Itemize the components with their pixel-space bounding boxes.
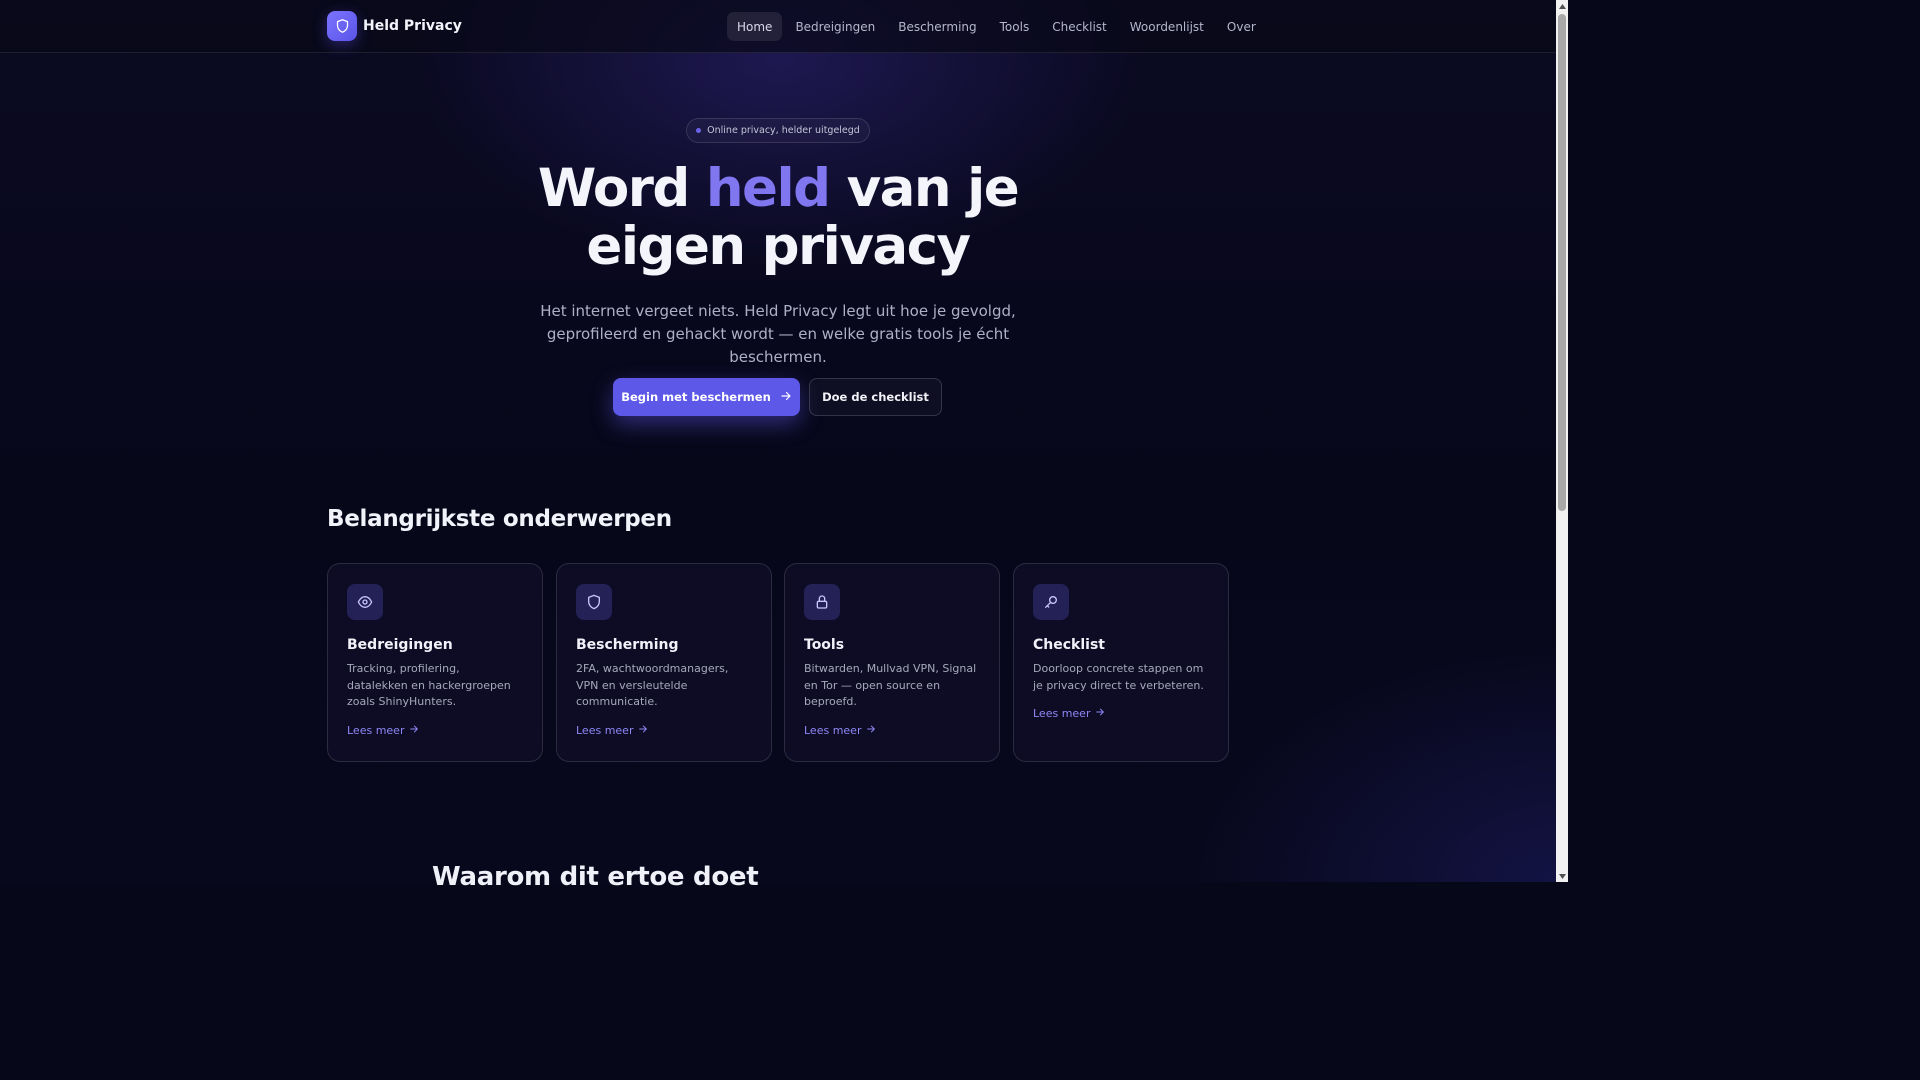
topic-card-checklist[interactable]: Checklist Doorloop concrete stappen om j…	[1013, 563, 1229, 762]
card-title: Bedreigingen	[347, 637, 453, 653]
hero-title-accent: held	[705, 158, 831, 219]
nav-item-bescherming[interactable]: Bescherming	[888, 12, 986, 41]
arrow-right-icon	[866, 724, 876, 737]
arrow-right-icon	[780, 390, 792, 405]
lock-icon	[804, 584, 840, 620]
read-more-link[interactable]: Lees meer	[347, 724, 523, 737]
key-icon	[1033, 584, 1069, 620]
eye-icon	[347, 584, 383, 620]
read-more-link[interactable]: Lees meer	[1033, 707, 1209, 720]
shield-icon	[576, 584, 612, 620]
card-title: Checklist	[1033, 637, 1105, 653]
card-text: 2FA, wachtwoordmanagers, VPN en versleut…	[576, 662, 729, 708]
read-more-link[interactable]: Lees meer	[804, 724, 980, 737]
hero-title: Word held van je eigen privacy	[478, 160, 1078, 276]
main-nav: Home Bedreigingen Bescherming Tools Chec…	[727, 12, 1269, 41]
scroll-down-icon[interactable]	[1556, 870, 1568, 882]
why-it-matters-heading: Waarom dit ertoe doet	[432, 862, 759, 892]
brand-link[interactable]: Held Privacy	[327, 11, 462, 41]
page-scrollbar[interactable]	[1556, 0, 1568, 882]
topic-card-tools[interactable]: Tools Bitwarden, Mullvad VPN, Signal en …	[784, 563, 1000, 762]
hero-badge: Online privacy, helder uitgelegd	[686, 118, 870, 143]
page: Held Privacy Home Bedreigingen Beschermi…	[0, 0, 1556, 892]
nav-item-over[interactable]: Over	[1217, 12, 1266, 41]
read-more-label: Lees meer	[576, 723, 634, 737]
hero-subtitle: Het internet vergeet niets. Held Privacy…	[540, 302, 1016, 366]
read-more-label: Lees meer	[804, 723, 862, 737]
card-text: Tracking, profilering, datalekken en hac…	[347, 662, 511, 708]
topics-grid: Bedreigingen Tracking, profilering, data…	[327, 563, 1229, 762]
card-text: Bitwarden, Mullvad VPN, Signal en Tor — …	[804, 662, 977, 708]
card-title: Bescherming	[576, 637, 679, 653]
card-title: Tools	[804, 637, 845, 653]
shield-icon	[327, 11, 357, 41]
read-more-label: Lees meer	[347, 723, 405, 737]
badge-dot-icon	[696, 128, 702, 133]
site-header: Held Privacy Home Bedreigingen Beschermi…	[0, 0, 1556, 53]
read-more-label: Lees meer	[1033, 707, 1091, 720]
topic-card-bedreigingen[interactable]: Bedreigingen Tracking, profilering, data…	[327, 563, 543, 762]
nav-item-tools[interactable]: Tools	[990, 12, 1040, 41]
begin-protecting-label: Begin met beschermen	[621, 390, 771, 404]
scrollbar-thumb[interactable]	[1558, 14, 1566, 511]
hero-title-part1: Word	[537, 158, 706, 219]
brand-name: Held Privacy	[363, 18, 462, 34]
arrow-right-icon	[409, 724, 419, 737]
hero-badge-text: Online privacy, helder uitgelegd	[707, 125, 860, 136]
arrow-right-icon	[638, 724, 648, 737]
nav-item-woordenlijst[interactable]: Woordenlijst	[1120, 12, 1214, 41]
nav-item-home[interactable]: Home	[727, 12, 783, 41]
nav-item-checklist[interactable]: Checklist	[1042, 12, 1117, 41]
topic-card-bescherming[interactable]: Bescherming 2FA, wachtwoordmanagers, VPN…	[556, 563, 772, 762]
scroll-up-icon[interactable]	[1556, 0, 1568, 12]
card-text: Doorloop concrete stappen om je privacy …	[1033, 662, 1204, 692]
nav-item-bedreigingen[interactable]: Bedreigingen	[785, 12, 885, 41]
topics-heading: Belangrijkste onderwerpen	[327, 506, 672, 532]
read-more-link[interactable]: Lees meer	[576, 724, 752, 737]
begin-protecting-button[interactable]: Begin met beschermen	[613, 378, 800, 416]
checklist-button[interactable]: Doe de checklist	[809, 378, 942, 416]
arrow-right-icon	[1095, 707, 1105, 720]
